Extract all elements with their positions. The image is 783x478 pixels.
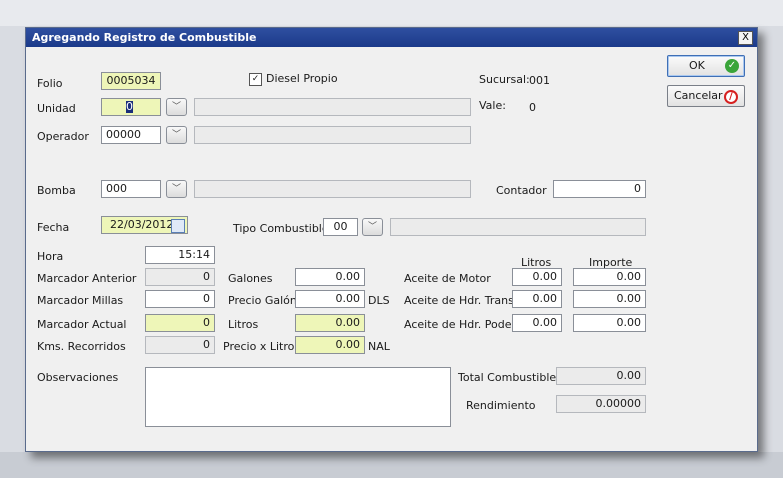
tipo-combustible-lookup-button[interactable]: ﹀: [362, 218, 383, 236]
aceite-motor-importe-field[interactable]: 0.00: [573, 268, 646, 286]
litros-field[interactable]: 0.00: [295, 314, 365, 332]
background-bottom: [0, 452, 783, 478]
background-top: [0, 0, 783, 26]
fecha-label: Fecha: [37, 221, 70, 234]
litros-label: Litros: [228, 318, 259, 331]
unidad-description-field: [194, 98, 471, 116]
fecha-field[interactable]: 22/03/2012: [101, 216, 188, 234]
folio-label: Folio: [37, 77, 63, 90]
sucursal-label: Sucursal:: [479, 73, 530, 86]
bomba-field[interactable]: 000: [101, 180, 161, 198]
vale-label: Vale:: [479, 99, 506, 112]
tipo-combustible-label: Tipo Combustible: [233, 222, 329, 235]
unidad-field[interactable]: 0: [101, 98, 161, 116]
diesel-propio-label: Diesel Propio: [266, 72, 338, 85]
ok-button-label: OK: [689, 59, 705, 72]
marcador-millas-label: Marcador Millas: [37, 294, 124, 307]
observaciones-textarea[interactable]: [145, 367, 451, 427]
tipo-combustible-description-field: [390, 218, 646, 236]
rendimiento-field: 0.00000: [556, 395, 646, 413]
marcador-anterior-label: Marcador Anterior: [37, 272, 137, 285]
close-button[interactable]: X: [738, 31, 753, 45]
contador-label: Contador: [496, 184, 547, 197]
dialog-window: Agregando Registro de Combustible X OK ✓…: [25, 27, 758, 452]
chevron-down-icon: ﹀: [171, 102, 181, 112]
operador-description-field: [194, 126, 471, 144]
bomba-label: Bomba: [37, 184, 76, 197]
rendimiento-label: Rendimiento: [466, 399, 536, 412]
kms-recorridos-label: Kms. Recorridos: [37, 340, 126, 353]
marcador-actual-label: Marcador Actual: [37, 318, 127, 331]
ok-button[interactable]: OK ✓: [667, 55, 745, 77]
marcador-actual-field[interactable]: 0: [145, 314, 215, 332]
unidad-value: 0: [126, 100, 133, 113]
aceite-motor-label: Aceite de Motor: [404, 272, 491, 285]
unidad-lookup-button[interactable]: ﹀: [166, 98, 187, 116]
hora-field[interactable]: 15:14: [145, 246, 215, 264]
precio-litro-field[interactable]: 0.00: [295, 336, 365, 354]
total-combustible-label: Total Combustible: [458, 371, 557, 384]
operador-label: Operador: [37, 130, 89, 143]
chevron-down-icon: ﹀: [171, 130, 181, 140]
aceite-poder-litros-field[interactable]: 0.00: [512, 314, 562, 332]
operador-field[interactable]: 00000: [101, 126, 161, 144]
precio-galon-unit: DLS: [368, 294, 390, 307]
tipo-combustible-field[interactable]: 00: [323, 218, 358, 236]
window-title: Agregando Registro de Combustible: [32, 31, 257, 44]
precio-litro-label: Precio x Litro: [223, 340, 295, 353]
calendar-icon[interactable]: [171, 219, 185, 233]
bomba-lookup-button[interactable]: ﹀: [166, 180, 187, 198]
check-icon: ✓: [725, 59, 739, 73]
cancel-button[interactable]: Cancelar /: [667, 85, 745, 107]
marcador-anterior-field: 0: [145, 268, 215, 286]
aceite-poder-importe-field[interactable]: 0.00: [573, 314, 646, 332]
galones-label: Galones: [228, 272, 273, 285]
hora-label: Hora: [37, 250, 64, 263]
aceite-motor-litros-field[interactable]: 0.00: [512, 268, 562, 286]
diesel-propio-checkbox[interactable]: ✓: [249, 73, 262, 86]
cancel-icon: /: [724, 90, 738, 104]
precio-litro-unit: NAL: [368, 340, 390, 353]
marcador-millas-field[interactable]: 0: [145, 290, 215, 308]
sucursal-value: 001: [529, 74, 550, 87]
title-bar[interactable]: Agregando Registro de Combustible X: [26, 28, 757, 47]
chevron-down-icon: ﹀: [171, 184, 181, 194]
kms-recorridos-field: 0: [145, 336, 215, 354]
bomba-description-field: [194, 180, 471, 198]
cancel-button-label: Cancelar: [674, 89, 723, 102]
galones-field[interactable]: 0.00: [295, 268, 365, 286]
aceite-poder-label: Aceite de Hdr. Poder: [404, 318, 517, 331]
precio-galon-field[interactable]: 0.00: [295, 290, 365, 308]
chevron-down-icon: ﹀: [367, 222, 377, 232]
aceite-trans-importe-field[interactable]: 0.00: [573, 290, 646, 308]
aceite-trans-label: Aceite de Hdr. Trans.: [404, 294, 518, 307]
contador-field[interactable]: 0: [553, 180, 646, 198]
folio-field[interactable]: 0005034: [101, 72, 161, 90]
observaciones-label: Observaciones: [37, 371, 119, 384]
fecha-value: 22/03/2012: [110, 218, 174, 231]
aceite-trans-litros-field[interactable]: 0.00: [512, 290, 562, 308]
precio-galon-label: Precio Galón: [228, 294, 297, 307]
vale-value: 0: [529, 101, 536, 114]
total-combustible-field: 0.00: [556, 367, 646, 385]
unidad-label: Unidad: [37, 102, 76, 115]
operador-lookup-button[interactable]: ﹀: [166, 126, 187, 144]
